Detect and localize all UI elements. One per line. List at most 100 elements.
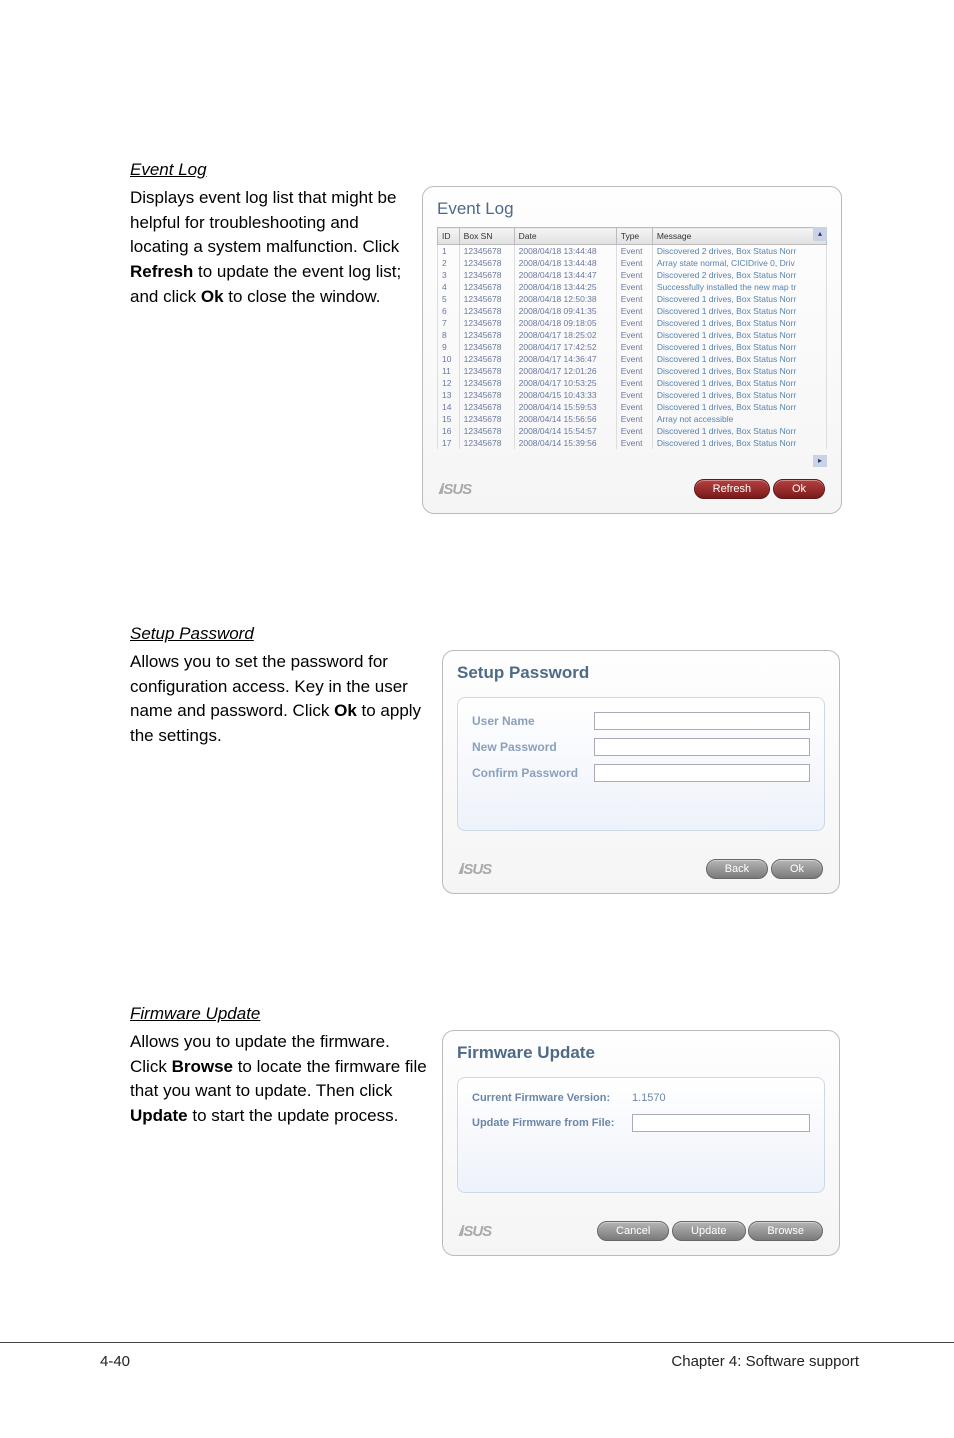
ok-button[interactable]: Ok bbox=[773, 479, 825, 499]
cell-msg: Discovered 1 drives, Box Status Norr bbox=[652, 365, 826, 377]
firmware-update-description: Allows you to update the firmware. Click… bbox=[130, 1030, 430, 1129]
cell-type: Event bbox=[616, 305, 652, 317]
table-row[interactable]: 2123456782008/04/18 13:44:48EventArray s… bbox=[438, 257, 827, 269]
ok-button[interactable]: Ok bbox=[771, 859, 823, 879]
cell-date: 2008/04/17 14:36:47 bbox=[514, 353, 616, 365]
page-number: 4-40 bbox=[100, 1353, 130, 1370]
table-row[interactable]: 12123456782008/04/17 10:53:25EventDiscov… bbox=[438, 377, 827, 389]
cell-id: 17 bbox=[438, 437, 460, 449]
new-password-input[interactable] bbox=[594, 738, 810, 756]
table-row[interactable]: 16123456782008/04/14 15:54:57EventDiscov… bbox=[438, 425, 827, 437]
cell-sn: 12345678 bbox=[459, 389, 514, 401]
table-row[interactable]: 15123456782008/04/14 15:56:56EventArray … bbox=[438, 413, 827, 425]
cell-type: Event bbox=[616, 353, 652, 365]
cell-id: 3 bbox=[438, 269, 460, 281]
cell-msg: Discovered 1 drives, Box Status Norr bbox=[652, 317, 826, 329]
cell-date: 2008/04/17 10:53:25 bbox=[514, 377, 616, 389]
firmware-version-value: 1.1570 bbox=[632, 1092, 666, 1104]
cell-msg: Discovered 1 drives, Box Status Norr bbox=[652, 389, 826, 401]
cell-id: 2 bbox=[438, 257, 460, 269]
table-row[interactable]: 9123456782008/04/17 17:42:52EventDiscove… bbox=[438, 341, 827, 353]
cell-id: 15 bbox=[438, 413, 460, 425]
setup-password-heading: Setup Password bbox=[130, 624, 859, 644]
cell-id: 6 bbox=[438, 305, 460, 317]
cell-type: Event bbox=[616, 317, 652, 329]
cell-sn: 12345678 bbox=[459, 269, 514, 281]
update-button[interactable]: Update bbox=[672, 1221, 745, 1241]
cell-type: Event bbox=[616, 245, 652, 258]
cell-sn: 12345678 bbox=[459, 329, 514, 341]
back-button[interactable]: Back bbox=[706, 859, 768, 879]
firmware-file-input[interactable] bbox=[632, 1114, 810, 1132]
section-firmware-update: Firmware Update Allows you to update the… bbox=[130, 1004, 859, 1256]
firmware-file-label: Update Firmware from File: bbox=[472, 1117, 632, 1129]
cell-type: Event bbox=[616, 269, 652, 281]
cell-sn: 12345678 bbox=[459, 437, 514, 449]
cell-id: 4 bbox=[438, 281, 460, 293]
col-message[interactable]: Message bbox=[652, 228, 826, 245]
cell-date: 2008/04/18 13:44:48 bbox=[514, 257, 616, 269]
cell-sn: 12345678 bbox=[459, 257, 514, 269]
table-row[interactable]: 14123456782008/04/14 15:59:53EventDiscov… bbox=[438, 401, 827, 413]
table-row[interactable]: 4123456782008/04/18 13:44:25EventSuccess… bbox=[438, 281, 827, 293]
section-event-log: Event Log Displays event log list that m… bbox=[130, 160, 859, 514]
table-row[interactable]: 11123456782008/04/17 12:01:26EventDiscov… bbox=[438, 365, 827, 377]
cell-sn: 12345678 bbox=[459, 281, 514, 293]
col-type[interactable]: Type bbox=[616, 228, 652, 245]
scroll-right-icon[interactable]: ▸ bbox=[813, 455, 827, 467]
browse-button[interactable]: Browse bbox=[748, 1221, 823, 1241]
cell-type: Event bbox=[616, 425, 652, 437]
cell-date: 2008/04/17 18:25:02 bbox=[514, 329, 616, 341]
col-id[interactable]: ID bbox=[438, 228, 460, 245]
cell-sn: 12345678 bbox=[459, 293, 514, 305]
cancel-button[interactable]: Cancel bbox=[597, 1221, 669, 1241]
cell-type: Event bbox=[616, 437, 652, 449]
event-log-description: Displays event log list that might be he… bbox=[130, 186, 410, 309]
firmware-update-window-title: Firmware Update bbox=[443, 1031, 839, 1071]
table-row[interactable]: 3123456782008/04/18 13:44:47EventDiscove… bbox=[438, 269, 827, 281]
cell-type: Event bbox=[616, 401, 652, 413]
cell-type: Event bbox=[616, 293, 652, 305]
setup-password-window-title: Setup Password bbox=[443, 651, 839, 691]
cell-date: 2008/04/17 17:42:52 bbox=[514, 341, 616, 353]
table-row[interactable]: 7123456782008/04/18 09:18:05EventDiscove… bbox=[438, 317, 827, 329]
user-name-label: User Name bbox=[472, 714, 594, 728]
cell-date: 2008/04/18 09:18:05 bbox=[514, 317, 616, 329]
cell-msg: Discovered 1 drives, Box Status Norr bbox=[652, 425, 826, 437]
cell-id: 10 bbox=[438, 353, 460, 365]
col-date[interactable]: Date bbox=[514, 228, 616, 245]
cell-id: 16 bbox=[438, 425, 460, 437]
col-box-sn[interactable]: Box SN bbox=[459, 228, 514, 245]
cell-msg: Discovered 2 drives, Box Status Norr bbox=[652, 245, 826, 258]
cell-msg: Array state normal, CICIDrive 0, Driv bbox=[652, 257, 826, 269]
table-row[interactable]: 13123456782008/04/15 10:43:33EventDiscov… bbox=[438, 389, 827, 401]
event-log-window: Event Log ID Box SN Date Type Message bbox=[422, 186, 842, 514]
cell-sn: 12345678 bbox=[459, 377, 514, 389]
confirm-password-label: Confirm Password bbox=[472, 766, 594, 780]
refresh-button[interactable]: Refresh bbox=[694, 479, 771, 499]
cell-msg: Discovered 1 drives, Box Status Norr bbox=[652, 341, 826, 353]
cell-date: 2008/04/15 10:43:33 bbox=[514, 389, 616, 401]
cell-id: 13 bbox=[438, 389, 460, 401]
cell-msg: Discovered 1 drives, Box Status Norr bbox=[652, 437, 826, 449]
table-row[interactable]: 17123456782008/04/14 15:39:56EventDiscov… bbox=[438, 437, 827, 449]
cell-date: 2008/04/18 13:44:48 bbox=[514, 245, 616, 258]
table-row[interactable]: 1123456782008/04/18 13:44:48EventDiscove… bbox=[438, 245, 827, 258]
table-row[interactable]: 6123456782008/04/18 09:41:35EventDiscove… bbox=[438, 305, 827, 317]
confirm-password-input[interactable] bbox=[594, 764, 810, 782]
user-name-input[interactable] bbox=[594, 712, 810, 730]
page-footer: 4-40 Chapter 4: Software support bbox=[0, 1342, 954, 1370]
table-row[interactable]: 5123456782008/04/18 12:50:38EventDiscove… bbox=[438, 293, 827, 305]
event-log-heading: Event Log bbox=[130, 160, 859, 180]
cell-msg: Discovered 1 drives, Box Status Norr bbox=[652, 353, 826, 365]
cell-date: 2008/04/14 15:56:56 bbox=[514, 413, 616, 425]
cell-type: Event bbox=[616, 413, 652, 425]
cell-sn: 12345678 bbox=[459, 353, 514, 365]
cell-type: Event bbox=[616, 341, 652, 353]
cell-id: 8 bbox=[438, 329, 460, 341]
table-row[interactable]: 8123456782008/04/17 18:25:02EventDiscove… bbox=[438, 329, 827, 341]
cell-date: 2008/04/18 13:44:47 bbox=[514, 269, 616, 281]
table-row[interactable]: 10123456782008/04/17 14:36:47EventDiscov… bbox=[438, 353, 827, 365]
asus-logo: iSUS bbox=[459, 861, 491, 878]
scroll-up-icon[interactable]: ▴ bbox=[813, 227, 827, 241]
